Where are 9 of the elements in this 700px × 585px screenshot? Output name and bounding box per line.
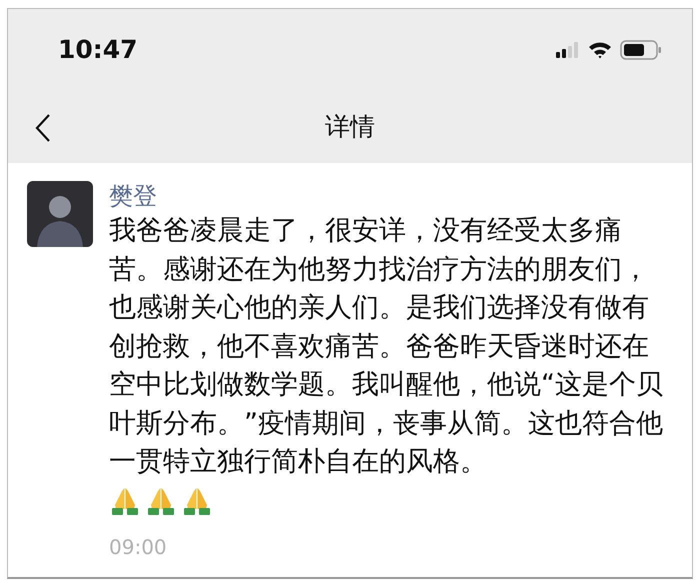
page-title: 详情 — [325, 111, 375, 144]
status-time: 10:47 — [58, 34, 138, 66]
author-name[interactable]: 樊登 — [109, 181, 674, 212]
post-time: 09:00 — [109, 534, 168, 561]
post-text: 我爸爸凌晨走了，很安详，没有经受太多痛苦。感谢还在为他努力找治疗方法的朋友们，也感谢关心他的亲人们。是我们选择没有做有创抢救，他不喜欢痛苦。爸爸昨天昏迷时还在空中比划做数学题。我叫醒他，他说“这是个贝叶斯分布。”疫情期间，丧事从简。这也符合他一贯特立独行简朴自在的风格。 — [109, 214, 664, 480]
wifi-icon — [588, 41, 612, 59]
battery-icon — [620, 40, 662, 60]
signal-icon — [556, 42, 580, 58]
avatar[interactable] — [27, 181, 93, 247]
